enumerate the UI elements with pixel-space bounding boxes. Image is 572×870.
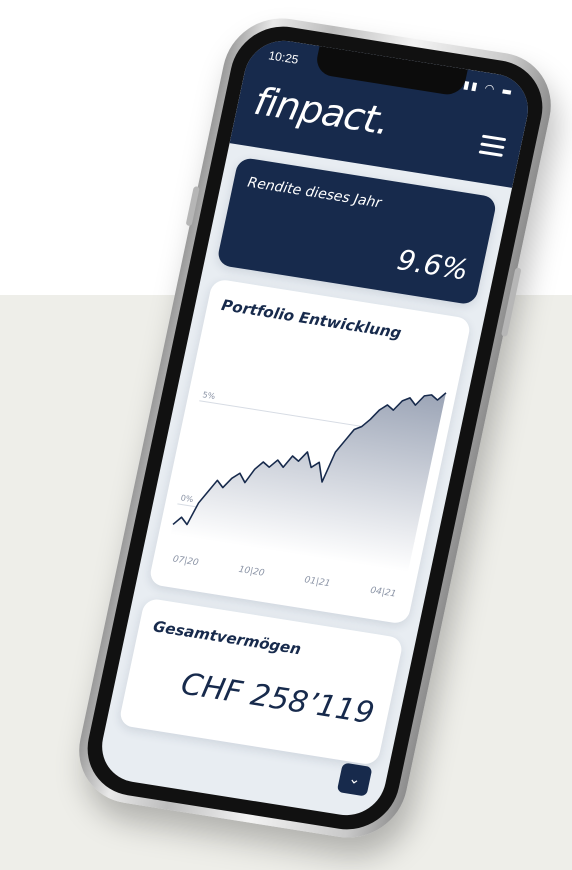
app-logo: finpact. bbox=[250, 79, 394, 144]
x-tick-label: 04|21 bbox=[369, 586, 397, 600]
x-tick-label: 10|20 bbox=[238, 565, 266, 579]
hamburger-menu-icon[interactable] bbox=[478, 134, 507, 158]
portfolio-card: Portfolio Entwicklung 0% 5% 07|20 10|20 01|2… bbox=[148, 278, 472, 625]
chart-area-fill bbox=[170, 392, 446, 573]
y-tick-label: 0% bbox=[180, 493, 195, 504]
return-card: Rendite dieses Jahr 9.6% bbox=[216, 156, 498, 306]
chevron-down-icon[interactable]: ⌄ bbox=[336, 762, 373, 797]
y-tick-label: 5% bbox=[202, 390, 217, 401]
x-tick-label: 07|20 bbox=[172, 554, 200, 568]
battery-icon: ▬ bbox=[500, 84, 516, 99]
x-tick-label: 01|21 bbox=[303, 575, 331, 589]
status-time: 10:25 bbox=[267, 48, 300, 67]
portfolio-chart: 0% 5% 07|20 10|20 01|21 04|21 bbox=[170, 390, 447, 600]
status-icons: ▮▮ ◠ ▬ bbox=[462, 78, 515, 99]
wifi-icon: ◠ bbox=[483, 81, 498, 97]
wealth-value: CHF 258’119 bbox=[178, 666, 378, 732]
scroll-down-glyph: ⌄ bbox=[347, 770, 363, 789]
return-label: Rendite dieses Jahr bbox=[246, 174, 383, 212]
wealth-title: Gesamtvermögen bbox=[151, 617, 303, 659]
return-value: 9.6% bbox=[394, 243, 472, 287]
wealth-card: Gesamtvermögen CHF 258’119 bbox=[118, 597, 404, 766]
